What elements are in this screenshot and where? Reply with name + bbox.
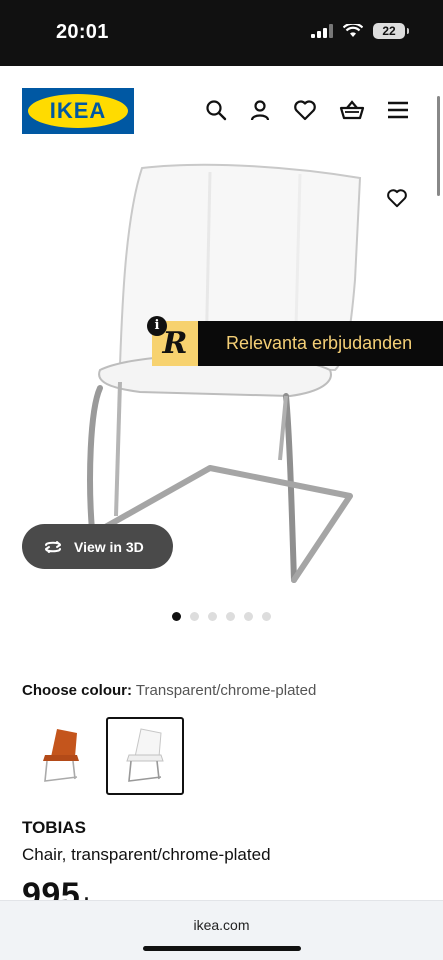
carousel-dots	[172, 612, 271, 621]
status-icons: 22	[311, 23, 409, 39]
carousel-dot[interactable]	[190, 612, 199, 621]
basket-icon[interactable]	[339, 99, 365, 121]
product-name: TOBIAS	[22, 818, 86, 837]
colour-value: Transparent/chrome-plated	[135, 682, 317, 699]
info-icon[interactable]: i	[147, 316, 167, 336]
status-time: 20:01	[56, 21, 109, 43]
carousel-dot[interactable]	[172, 612, 181, 621]
signal-icon	[311, 24, 333, 38]
view-in-3d-button[interactable]: View in 3D	[22, 524, 173, 569]
product-heart-icon[interactable]	[386, 188, 408, 208]
carousel-dot[interactable]	[262, 612, 271, 621]
view-in-3d-label: View in 3D	[74, 538, 144, 555]
battery-icon: 22	[373, 23, 409, 39]
transparent-chair-thumbnail	[126, 728, 164, 782]
promo-text: Relevanta erbjudanden	[198, 321, 443, 366]
colour-selector-label: Choose colour: Transparent/chrome-plated	[22, 682, 316, 699]
wifi-icon	[343, 24, 363, 37]
carousel-dot[interactable]	[244, 612, 253, 621]
user-icon[interactable]	[249, 99, 271, 121]
product-description: Chair, transparent/chrome-plated	[22, 845, 271, 864]
rotate-3d-icon	[45, 540, 61, 553]
logo-oval: IKEA	[28, 94, 128, 128]
swatch-transparent[interactable]	[106, 717, 184, 795]
logo-text: IKEA	[49, 98, 107, 123]
ikea-logo[interactable]: IKEA	[22, 88, 134, 134]
status-bar: 20:01 22	[0, 0, 443, 66]
site-header: IKEA	[0, 66, 443, 156]
home-indicator[interactable]	[143, 946, 301, 951]
menu-icon[interactable]	[387, 101, 409, 119]
scrollbar[interactable]	[437, 96, 440, 196]
carousel-dot[interactable]	[208, 612, 217, 621]
heart-icon[interactable]	[293, 99, 317, 121]
promo-banner[interactable]: R i Relevanta erbjudanden	[147, 316, 443, 366]
carousel-dot[interactable]	[226, 612, 235, 621]
colour-label: Choose colour:	[22, 682, 133, 699]
orange-chair-thumbnail	[43, 729, 79, 782]
swatch-orange[interactable]	[22, 717, 100, 795]
browser-url-bar[interactable]: ikea.com	[0, 900, 443, 960]
url-text[interactable]: ikea.com	[0, 917, 443, 933]
header-nav	[205, 99, 409, 121]
search-icon[interactable]	[205, 99, 227, 121]
colour-swatches	[22, 717, 184, 795]
